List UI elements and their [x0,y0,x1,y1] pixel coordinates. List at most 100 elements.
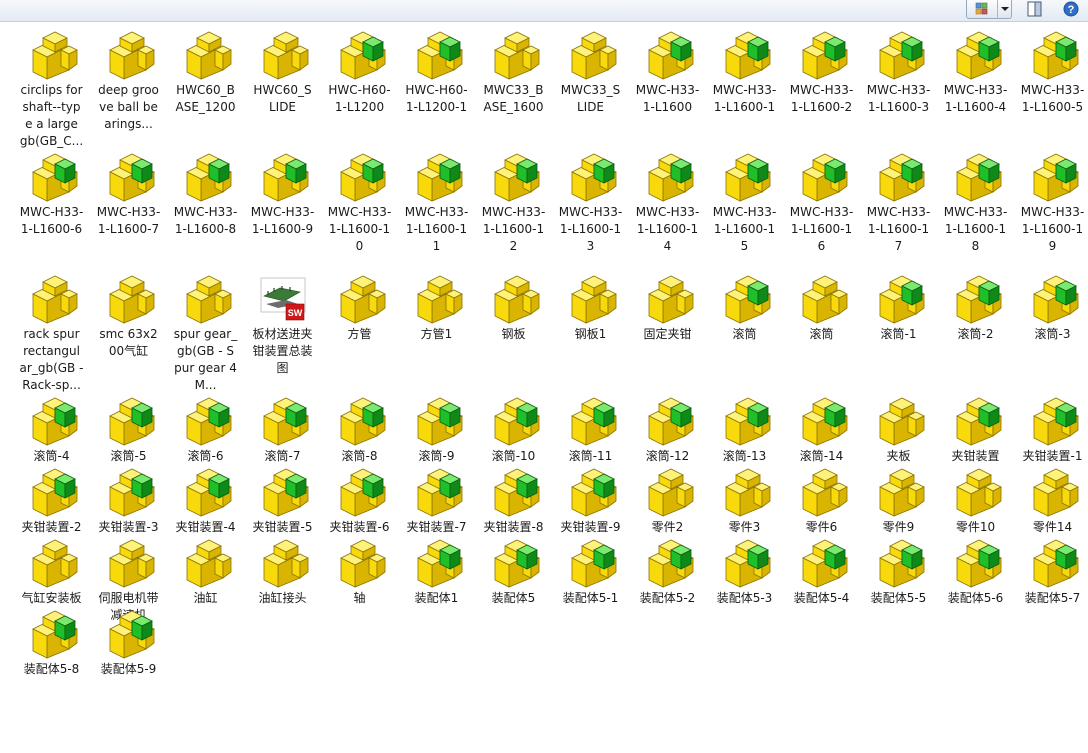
file-item[interactable]: MWC-H33-1-L1600-17 [860,152,937,274]
file-item[interactable]: 装配体5-2 [629,538,706,609]
file-item[interactable]: 装配体5-3 [706,538,783,609]
file-item[interactable]: 装配体5-1 [552,538,629,609]
file-item[interactable]: MWC33_SLIDE [552,30,629,152]
file-item[interactable]: 装配体5-9 [90,609,167,676]
file-item[interactable]: 滚筒-1 [860,274,937,396]
file-item[interactable]: HWC60_BASE_1200 [167,30,244,152]
file-item[interactable]: 零件9 [860,467,937,538]
file-item[interactable]: 夹钳装置-3 [90,467,167,538]
file-item[interactable]: 滚筒 [783,274,860,396]
file-item[interactable]: 滚筒-12 [629,396,706,467]
file-item[interactable]: MWC-H33-1-L1600-16 [783,152,860,274]
file-item[interactable]: MWC-H33-1-L1600-1 [706,30,783,152]
file-item[interactable]: MWC-H33-1-L1600-11 [398,152,475,274]
file-item[interactable]: 滚筒-11 [552,396,629,467]
file-item[interactable]: 方管1 [398,274,475,396]
file-item[interactable]: MWC-H33-1-L1600-6 [13,152,90,274]
file-item[interactable]: 油缸 [167,538,244,609]
file-item[interactable]: MWC-H33-1-L1600-9 [244,152,321,274]
file-item[interactable]: 装配体5-8 [13,609,90,676]
file-item[interactable]: MWC-H33-1-L1600-3 [860,30,937,152]
file-item[interactable]: 装配体5-6 [937,538,1014,609]
file-item[interactable]: 滚筒-14 [783,396,860,467]
file-item[interactable]: 零件3 [706,467,783,538]
file-item[interactable]: 气缸安装板 [13,538,90,609]
file-item[interactable]: 夹钳装置 [937,396,1014,467]
file-item[interactable]: HWC60_SLIDE [244,30,321,152]
assembly-file-icon [179,396,233,446]
file-item[interactable]: 夹钳装置-8 [475,467,552,538]
file-item[interactable]: MWC-H33-1-L1600-18 [937,152,1014,274]
file-item[interactable]: deep groove ball bearings... [90,30,167,152]
assembly-file-icon [410,467,464,517]
file-item[interactable]: 夹钳装置-4 [167,467,244,538]
file-item[interactable]: 油缸接头 [244,538,321,609]
file-item[interactable]: 零件14 [1014,467,1088,538]
file-item[interactable]: 装配体1 [398,538,475,609]
file-item[interactable]: 滚筒-7 [244,396,321,467]
file-item[interactable]: 轴 [321,538,398,609]
assembly-file-icon [25,396,79,446]
file-item[interactable]: 夹钳装置-1 [1014,396,1088,467]
part-file-icon [410,274,464,324]
file-item[interactable]: 装配体5 [475,538,552,609]
file-item[interactable]: HWC-H60-1-L1200-1 [398,30,475,152]
file-item[interactable]: 滚筒-9 [398,396,475,467]
file-item[interactable]: 滚筒 [706,274,783,396]
file-item[interactable]: 夹板 [860,396,937,467]
file-name-label: MWC-H33-1-L1600-5 [1020,83,1085,114]
file-item[interactable]: spur gear_gb(GB - Spur gear 4M... [167,274,244,396]
file-item[interactable]: 滚筒-6 [167,396,244,467]
file-item[interactable]: 滚筒-8 [321,396,398,467]
file-item[interactable]: MWC-H33-1-L1600-5 [1014,30,1088,152]
file-item[interactable]: MWC-H33-1-L1600-12 [475,152,552,274]
file-item[interactable]: MWC-H33-1-L1600-4 [937,30,1014,152]
file-item[interactable]: 滚筒-4 [13,396,90,467]
assembly-file-icon [410,396,464,446]
file-item[interactable]: rack spur rectangular_gb(GB - Rack-sp... [13,274,90,396]
file-item[interactable]: 钢板 [475,274,552,396]
file-item[interactable]: MWC-H33-1-L1600-8 [167,152,244,274]
file-item[interactable]: 夹钳装置-5 [244,467,321,538]
file-item[interactable]: 夹钳装置-2 [13,467,90,538]
help-icon[interactable]: ? [1058,0,1084,18]
file-item[interactable]: 伺服电机带减速机 [90,538,167,622]
file-item[interactable]: 零件10 [937,467,1014,538]
file-item[interactable]: 钢板1 [552,274,629,396]
file-name-label: 滚筒-10 [491,449,536,463]
file-item[interactable]: 装配体5-5 [860,538,937,609]
file-name-label: 零件9 [882,520,915,534]
file-item[interactable]: SW 板材送进夹钳装置总装图 [244,274,321,396]
file-item[interactable]: smc 63x200气缸 [90,274,167,396]
file-item[interactable]: MWC-H33-1-L1600 [629,30,706,152]
file-name-label: MWC-H33-1-L1600-8 [173,205,238,236]
file-item[interactable]: MWC-H33-1-L1600-19 [1014,152,1088,274]
file-item[interactable]: HWC-H60-1-L1200 [321,30,398,152]
file-item[interactable]: 方管 [321,274,398,396]
file-item[interactable]: 滚筒-5 [90,396,167,467]
view-options-icon[interactable] [967,0,998,18]
file-item[interactable]: 零件6 [783,467,860,538]
file-item[interactable]: 滚筒-2 [937,274,1014,396]
chevron-down-icon[interactable] [998,0,1012,18]
file-item[interactable]: MWC-H33-1-L1600-7 [90,152,167,274]
file-item[interactable]: MWC-H33-1-L1600-14 [629,152,706,274]
file-item[interactable]: circlips for shaft--type a large gb(GB_C… [13,30,90,152]
file-item[interactable]: 夹钳装置-9 [552,467,629,538]
file-item[interactable]: 滚筒-10 [475,396,552,467]
preview-pane-icon[interactable] [1024,0,1046,18]
file-item[interactable]: MWC-H33-1-L1600-13 [552,152,629,274]
file-item[interactable]: 夹钳装置-7 [398,467,475,538]
file-item[interactable]: 装配体5-4 [783,538,860,609]
file-item[interactable]: 滚筒-3 [1014,274,1088,396]
file-item[interactable]: MWC33_BASE_1600 [475,30,552,152]
part-file-icon [641,274,695,324]
file-item[interactable]: 夹钳装置-6 [321,467,398,538]
file-item[interactable]: MWC-H33-1-L1600-10 [321,152,398,274]
file-item[interactable]: 固定夹钳 [629,274,706,396]
file-item[interactable]: MWC-H33-1-L1600-15 [706,152,783,274]
file-item[interactable]: 滚筒-13 [706,396,783,467]
file-item[interactable]: 零件2 [629,467,706,538]
file-item[interactable]: 装配体5-7 [1014,538,1088,609]
file-item[interactable]: MWC-H33-1-L1600-2 [783,30,860,152]
